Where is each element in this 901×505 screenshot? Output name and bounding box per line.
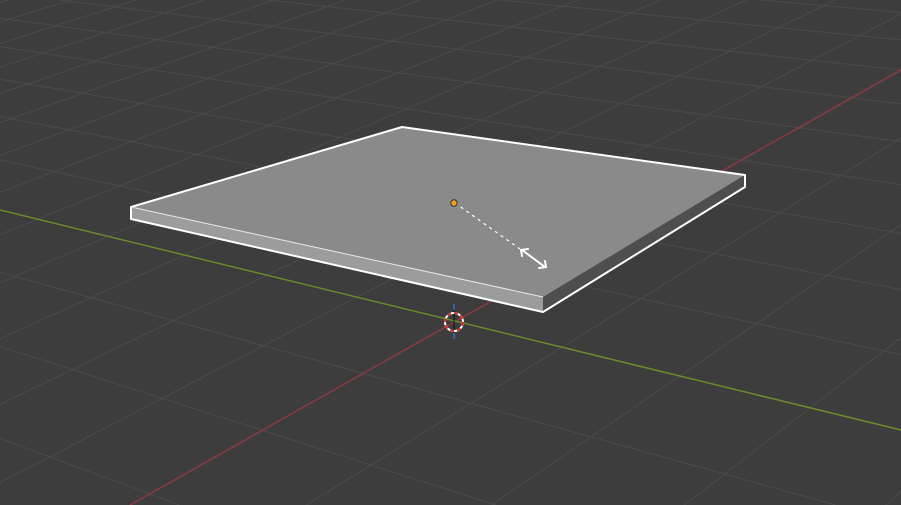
selected-box-object[interactable] [130, 126, 746, 313]
grid-line [500, 0, 901, 41]
grid-line [0, 0, 72, 23]
object-origin-dot[interactable] [450, 199, 458, 207]
grid-line [0, 0, 9, 3]
grid-line [0, 0, 137, 44]
viewport-canvas[interactable] [0, 0, 901, 505]
box-top-face [131, 127, 745, 297]
grid-line [0, 17, 901, 143]
grid-line [0, 0, 346, 124]
grid-line [0, 346, 497, 505]
3d-viewport[interactable] [0, 0, 901, 505]
grid-line [0, 271, 836, 505]
grid-line [58, 0, 901, 105]
grid-line [885, 491, 901, 505]
grid-line [0, 0, 274, 94]
grid-line [0, 437, 180, 505]
grid-line [684, 337, 901, 505]
3d-cursor-icon[interactable] [444, 304, 464, 339]
grid-line [268, 0, 901, 71]
